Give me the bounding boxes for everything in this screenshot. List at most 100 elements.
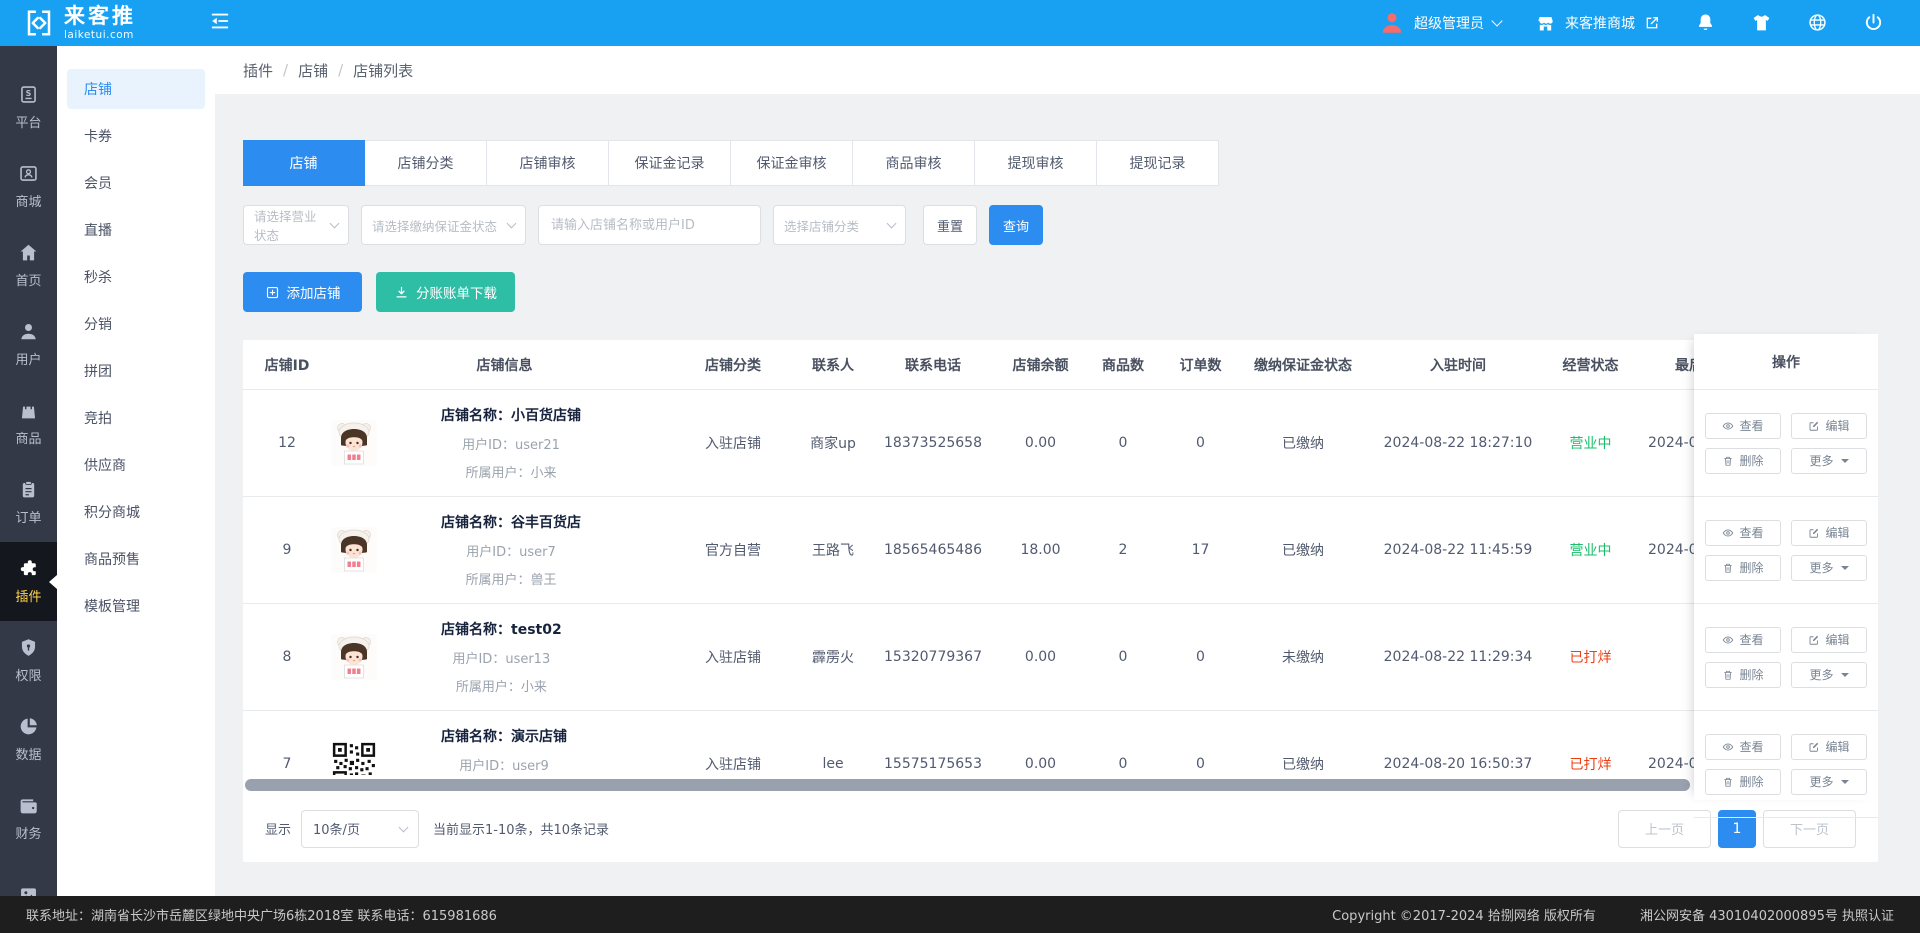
rail-item-label: 平台 (15, 112, 41, 131)
view-button[interactable]: 查看 (1705, 627, 1781, 653)
sidebar-item[interactable]: 直播 (67, 210, 205, 250)
rail-item[interactable]: 首页 (0, 226, 57, 305)
rail-item[interactable]: 权限 (0, 621, 57, 700)
tab[interactable]: 提现审核 (975, 140, 1097, 186)
edit-button[interactable]: 编辑 (1791, 627, 1867, 653)
toolbar: 添加店铺 分账账单下载 (243, 272, 1878, 312)
cell-shop-id: 8 (243, 649, 331, 665)
reset-button[interactable]: 重置 (923, 205, 977, 245)
cell-orders-count: 0 (1153, 435, 1248, 451)
view-button[interactable]: 查看 (1705, 413, 1781, 439)
edit-button[interactable]: 编辑 (1791, 413, 1867, 439)
admin-name: 超级管理员 (1414, 13, 1484, 33)
tab[interactable]: 提现记录 (1097, 140, 1219, 186)
sidebar-collapse-button[interactable] (205, 8, 235, 38)
shop-front-link[interactable]: 来客推商城 (1535, 13, 1660, 34)
sidebar-item[interactable]: 商品预售 (67, 539, 205, 579)
sidebar-item[interactable]: 会员 (67, 163, 205, 203)
delete-button[interactable]: 删除 (1705, 662, 1781, 688)
rail-item[interactable]: 平台 (0, 68, 57, 147)
rail-item[interactable]: 订单 (0, 463, 57, 542)
tab[interactable]: 保证金记录 (609, 140, 731, 186)
rail-item[interactable]: 用户 (0, 305, 57, 384)
view-button[interactable]: 查看 (1705, 734, 1781, 760)
cell-shop-id: 12 (243, 435, 331, 451)
add-shop-button[interactable]: 添加店铺 (243, 272, 362, 312)
business-status-select[interactable]: 请选择营业状态 (243, 205, 349, 245)
sidebar-item[interactable]: 拼团 (67, 351, 205, 391)
edit-button[interactable]: 编辑 (1791, 734, 1867, 760)
more-button[interactable]: 更多 (1791, 448, 1867, 474)
rail-item-icon (18, 637, 39, 658)
download-icon (394, 285, 409, 300)
tab[interactable]: 商品审核 (853, 140, 975, 186)
edit-button[interactable]: 编辑 (1791, 520, 1867, 546)
shop-owner: 所属用户：小来 (441, 676, 562, 695)
sidebar-item[interactable]: 积分商城 (67, 492, 205, 532)
shop-user-id: 用户ID：user7 (441, 541, 581, 560)
sidebar-item[interactable]: 卡券 (67, 116, 205, 156)
filter-bar: 请选择营业状态 请选择缴纳保证金状态 选择店铺分类 重置 查询 (243, 205, 1878, 245)
page-size-select[interactable]: 10条/页 (301, 810, 419, 848)
logo-icon (24, 7, 54, 39)
delete-button[interactable]: 删除 (1705, 448, 1781, 474)
chevron-down-icon (1491, 15, 1502, 26)
page-size-label: 显示 (265, 819, 291, 838)
category-select[interactable]: 选择店铺分类 (773, 205, 906, 245)
rail-item-icon (18, 558, 39, 579)
breadcrumb-shop[interactable]: 店铺 (298, 60, 328, 81)
cell-goods-count: 0 (1093, 756, 1153, 772)
more-button[interactable]: 更多 (1791, 662, 1867, 688)
rail-item[interactable]: 商品 (0, 384, 57, 463)
tab[interactable]: 店铺 (243, 140, 365, 186)
delete-button[interactable]: 删除 (1705, 769, 1781, 795)
keyword-input[interactable] (538, 205, 761, 245)
theme-button[interactable] (1750, 12, 1772, 34)
header-right: 超级管理员 来客推商城 (1379, 10, 1920, 36)
more-button[interactable]: 更多 (1791, 769, 1867, 795)
rail-item[interactable]: 财务 (0, 779, 57, 858)
admin-user-menu[interactable]: 超级管理员 (1379, 10, 1501, 36)
sidebar-item[interactable]: 供应商 (67, 445, 205, 485)
deposit-status-select[interactable]: 请选择缴纳保证金状态 (361, 205, 526, 245)
query-button[interactable]: 查询 (989, 205, 1043, 245)
rail-item[interactable]: 数据 (0, 700, 57, 779)
rail-item[interactable]: 插件 (0, 542, 57, 621)
view-button[interactable]: 查看 (1705, 520, 1781, 546)
logout-button[interactable] (1862, 12, 1884, 34)
rail-item-label: 用户 (15, 349, 41, 368)
pagination-summary: 当前显示1-10条，共10条记录 (433, 819, 609, 838)
sidebar-item-label: 店铺 (84, 79, 112, 99)
tab[interactable]: 保证金审核 (731, 140, 853, 186)
delete-button[interactable]: 删除 (1705, 555, 1781, 581)
download-bill-button[interactable]: 分账账单下载 (376, 272, 515, 312)
col-goods: 商品数 (1093, 355, 1153, 375)
shop-avatar (331, 527, 377, 573)
rail-item[interactable]: 商城 (0, 147, 57, 226)
rail-item-icon (18, 400, 39, 421)
power-icon (1863, 12, 1884, 33)
tab[interactable]: 店铺审核 (487, 140, 609, 186)
notifications-button[interactable] (1694, 12, 1716, 34)
caret-down-icon (1841, 673, 1849, 677)
table-scroll-area: 店铺ID 店铺信息 店铺分类 联系人 联系电话 店铺余额 商品数 订单数 缴纳保… (243, 340, 1878, 775)
more-button[interactable]: 更多 (1791, 555, 1867, 581)
breadcrumb-plugin[interactable]: 插件 (243, 60, 273, 81)
sidebar-item[interactable]: 分销 (67, 304, 205, 344)
top-header: 来客推 laiketui.com 超级管理员 来客推商城 (0, 0, 1920, 46)
eye-icon (1722, 420, 1734, 432)
col-phone: 联系电话 (878, 355, 988, 375)
sidebar-item-label: 模板管理 (84, 596, 140, 616)
sidebar-item[interactable]: 店铺 (67, 69, 205, 109)
col-balance: 店铺余额 (988, 355, 1093, 375)
language-button[interactable] (1806, 12, 1828, 34)
horizontal-scrollbar-thumb[interactable] (245, 779, 1690, 791)
sidebar-item[interactable]: 竞拍 (67, 398, 205, 438)
storefront-icon (1535, 13, 1556, 34)
sidebar-item[interactable]: 秒杀 (67, 257, 205, 297)
tab[interactable]: 店铺分类 (365, 140, 487, 186)
app-root: 来客推 laiketui.com 超级管理员 来客推商城 (0, 0, 1920, 933)
logo[interactable]: 来客推 laiketui.com (0, 6, 205, 41)
sidebar-item[interactable]: 模板管理 (67, 586, 205, 626)
actions-cell: 查看 编辑 删除 (1694, 604, 1878, 711)
